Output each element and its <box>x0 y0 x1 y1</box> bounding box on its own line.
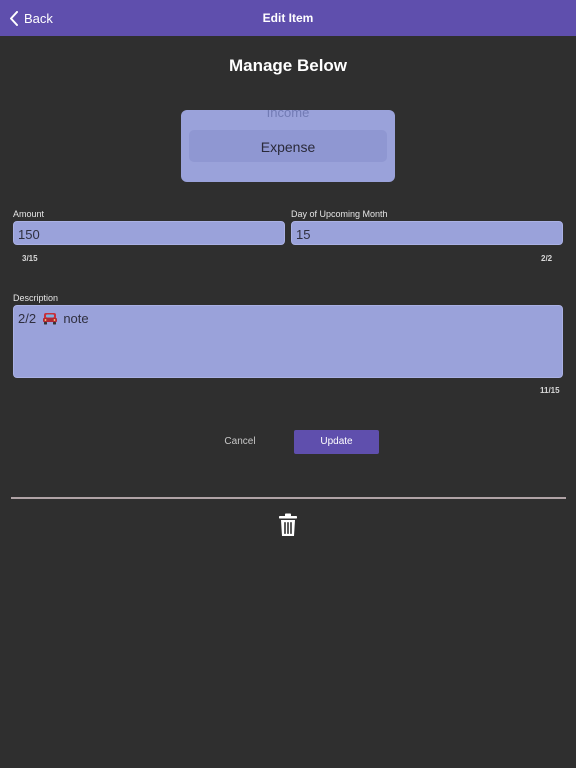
picker-option-expense[interactable]: Expense <box>181 139 395 155</box>
day-counter: 2/2 <box>541 254 553 263</box>
amount-label: Amount <box>13 209 45 219</box>
description-input[interactable]: 2/2 note <box>13 305 563 378</box>
update-button[interactable]: Update <box>294 430 379 454</box>
delete-button[interactable] <box>278 513 298 537</box>
description-text-start: 2/2 <box>18 311 37 326</box>
nav-title: Edit Item <box>262 11 314 25</box>
picker-option-income[interactable]: Income <box>181 110 395 120</box>
amount-input[interactable]: 150 <box>13 221 285 245</box>
day-label: Day of Upcoming Month <box>291 209 388 219</box>
divider <box>11 497 566 499</box>
page-title: Manage Below <box>228 56 348 75</box>
description-label: Description <box>13 293 59 303</box>
description-text-end: note <box>63 311 89 326</box>
navigation-bar: Back Edit Item <box>0 0 576 36</box>
cancel-button[interactable]: Cancel <box>214 431 266 453</box>
trash-icon <box>279 513 297 536</box>
day-input[interactable]: 15 <box>291 221 563 245</box>
type-picker[interactable]: Income Expense <box>181 110 395 182</box>
amount-counter: 3/15 <box>22 254 38 263</box>
car-icon <box>42 313 57 325</box>
description-counter: 11/15 <box>540 386 560 395</box>
